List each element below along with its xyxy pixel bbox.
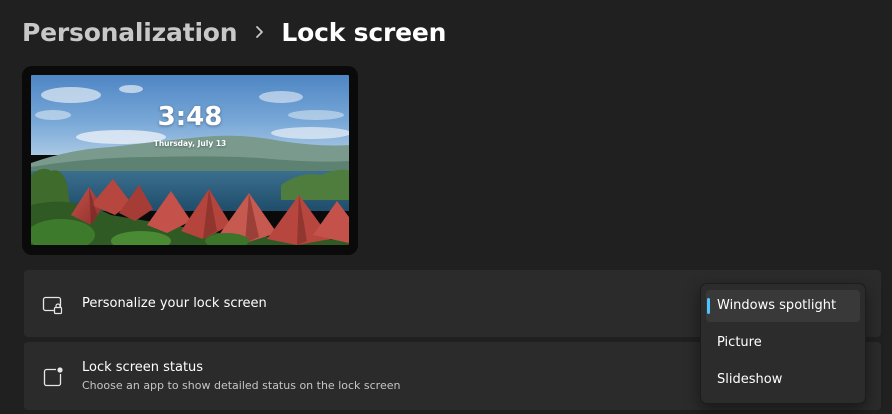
preview-date: Thursday, July 13 — [153, 139, 227, 148]
option-picture[interactable]: Picture — [706, 327, 860, 359]
selected-indicator — [707, 298, 710, 314]
option-label: Picture — [717, 335, 762, 350]
lock-screen-status-description: Choose an app to show detailed status on… — [82, 379, 401, 392]
option-slideshow[interactable]: Slideshow — [706, 364, 860, 396]
preview-clock: 3:48 — [157, 102, 223, 132]
breadcrumb: Personalization Lock screen — [22, 12, 446, 52]
lock-screen-background-image: 3:48 Thursday, July 13 — [31, 75, 349, 245]
chevron-right-icon — [237, 12, 281, 52]
lock-screen-type-dropdown[interactable]: Windows spotlight Picture Slideshow — [700, 283, 866, 404]
settings-page: Personalization Lock screen 3:48 Thursda… — [0, 0, 892, 414]
breadcrumb-personalization-link[interactable]: Personalization — [22, 18, 238, 47]
lock-screen-status-label: Lock screen status — [82, 360, 204, 375]
option-label: Windows spotlight — [717, 298, 837, 313]
option-windows-spotlight[interactable]: Windows spotlight — [706, 290, 860, 322]
lock-screen-preview: 3:48 Thursday, July 13 — [22, 66, 358, 255]
personalize-lock-screen-label: Personalize your lock screen — [82, 296, 267, 311]
option-label: Slideshow — [717, 372, 783, 387]
status-icon — [42, 366, 64, 388]
page-title: Lock screen — [281, 17, 447, 47]
lock-screen-icon — [42, 294, 64, 316]
